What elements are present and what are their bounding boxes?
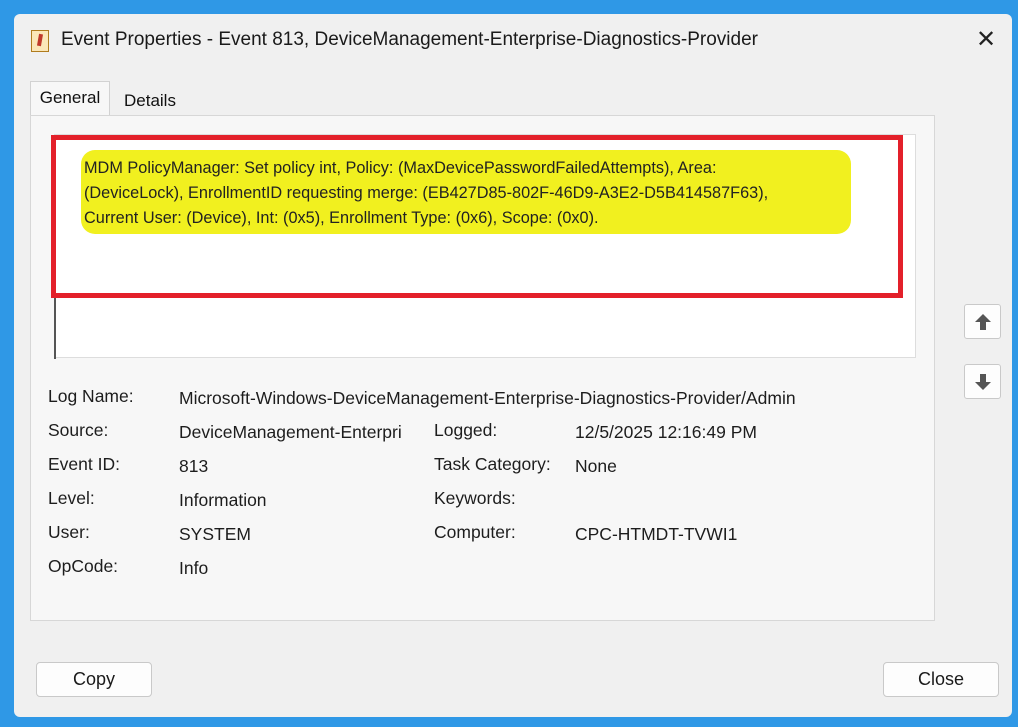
- user-value: SYSTEM: [179, 524, 251, 544]
- close-button[interactable]: Close: [883, 662, 999, 697]
- event-id-label: Event ID:: [48, 454, 120, 474]
- event-viewer-icon: [31, 30, 49, 52]
- window-title: Event Properties - Event 813, DeviceMana…: [61, 29, 758, 50]
- user-label: User:: [48, 522, 90, 542]
- tab-general[interactable]: General: [30, 81, 110, 115]
- computer-label: Computer:: [434, 522, 516, 542]
- opcode-label: OpCode:: [48, 556, 119, 576]
- task-category-value: None: [575, 456, 617, 476]
- task-category-label: Task Category:: [434, 454, 551, 474]
- tab-details[interactable]: Details: [124, 91, 176, 111]
- event-properties-window: Event Properties - Event 813, DeviceMana…: [14, 14, 1012, 717]
- arrow-up-icon: [975, 314, 991, 330]
- keywords-label: Keywords:: [434, 488, 516, 508]
- event-id-value: 813: [179, 456, 209, 476]
- logged-label: Logged:: [434, 420, 498, 440]
- log-name-label: Log Name:: [48, 386, 134, 406]
- title-bar: Event Properties - Event 813, DeviceMana…: [14, 14, 1012, 68]
- source-value: DeviceManagement-Enterpri: [179, 422, 402, 442]
- annotation-red-box: [51, 135, 903, 298]
- log-name-value: Microsoft-Windows-DeviceManagement-Enter…: [179, 388, 796, 408]
- previous-event-button[interactable]: [964, 304, 1001, 339]
- computer-value: CPC-HTMDT-TVWI1: [575, 524, 738, 544]
- close-icon[interactable]: ✕: [970, 24, 1002, 56]
- copy-button[interactable]: Copy: [36, 662, 152, 697]
- next-event-button[interactable]: [964, 364, 1001, 399]
- opcode-value: Info: [179, 558, 209, 578]
- level-label: Level:: [48, 488, 95, 508]
- source-label: Source:: [48, 420, 109, 440]
- level-value: Information: [179, 490, 267, 510]
- arrow-down-icon: [975, 374, 991, 390]
- logged-value: 12/5/2025 12:16:49 PM: [575, 422, 757, 442]
